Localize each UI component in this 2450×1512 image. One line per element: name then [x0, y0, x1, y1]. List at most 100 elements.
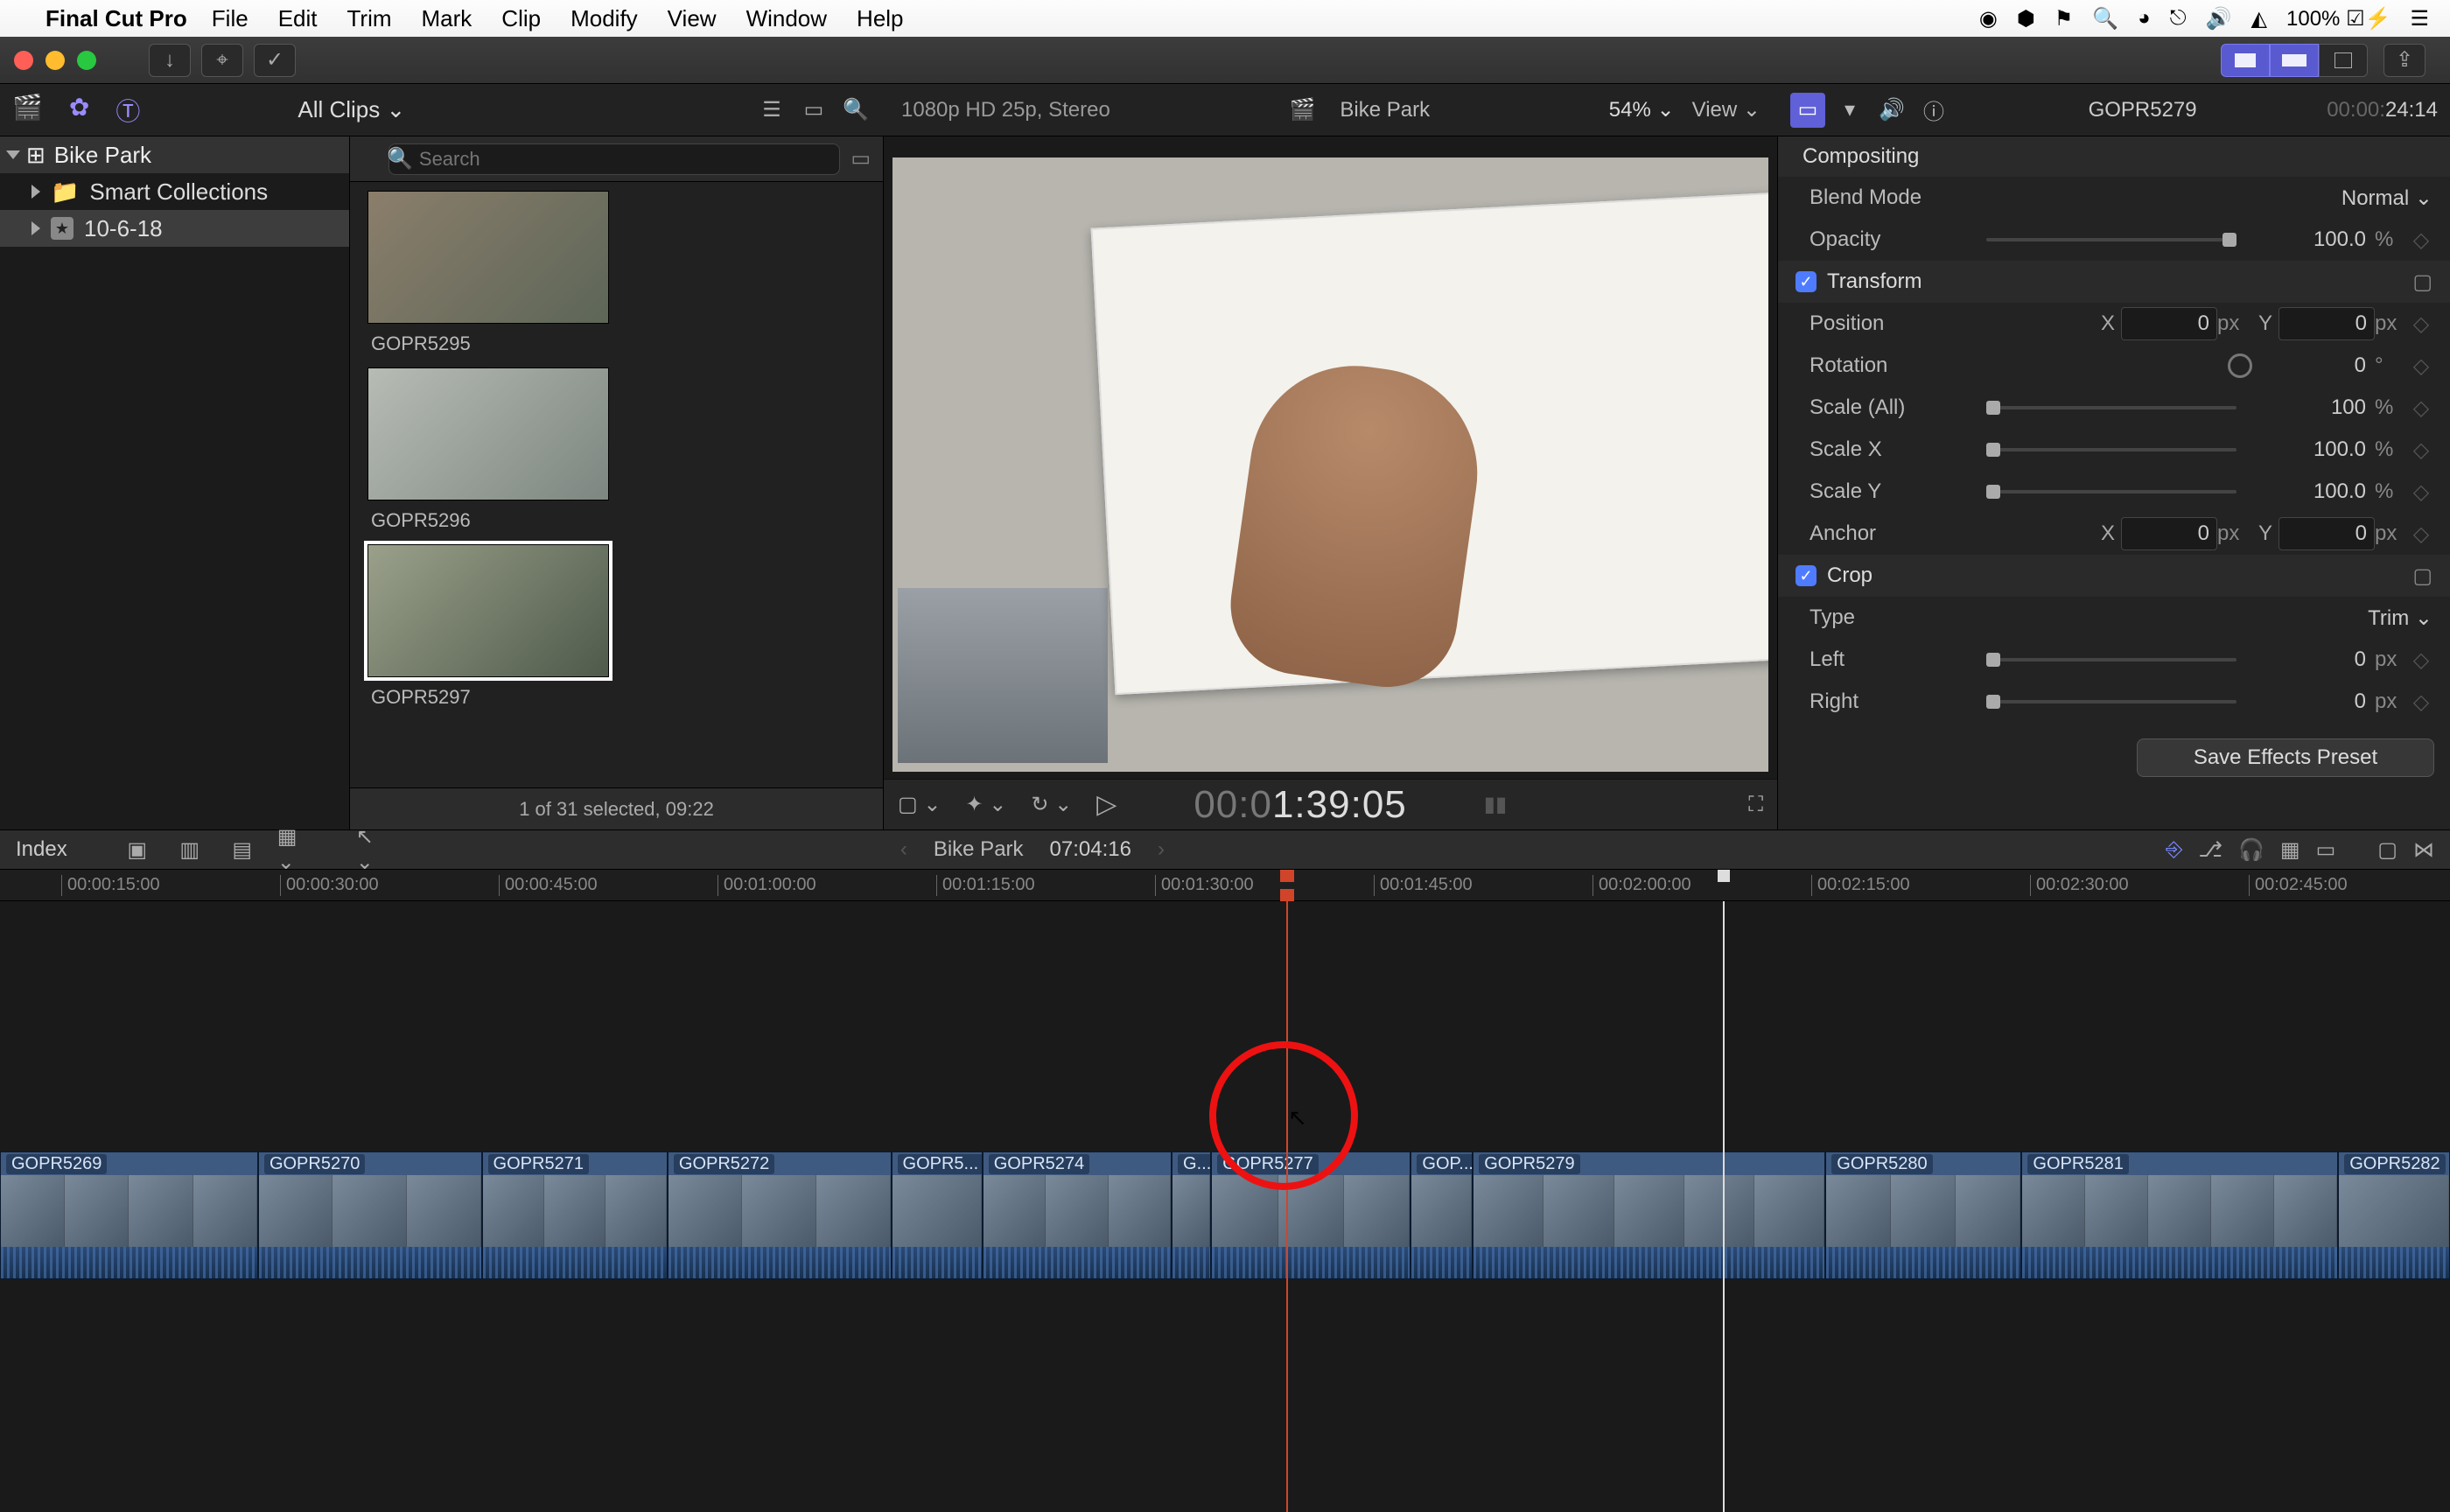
playhead-marker[interactable] — [1280, 870, 1294, 882]
insert-clip-button[interactable]: ▥ — [172, 836, 207, 864]
close-window-button[interactable] — [14, 51, 33, 70]
effects-browser-button[interactable]: ▢ — [2377, 837, 2398, 863]
audio-skimming-button[interactable]: 🎧 — [2238, 837, 2264, 863]
reset-icon[interactable]: ◇ — [2410, 312, 2432, 337]
scale-x-value[interactable]: 100.0 — [2252, 438, 2375, 462]
overwrite-clip-button[interactable]: ▦ ⌄ — [277, 836, 312, 864]
retime-tool-button[interactable]: ↻ ⌄ — [1031, 792, 1072, 817]
position-x-field[interactable]: 0 — [2121, 307, 2217, 340]
rotation-dial[interactable] — [2228, 354, 2252, 378]
timeline-clip[interactable]: GOPR5270 — [258, 1152, 482, 1279]
opacity-slider[interactable] — [1986, 238, 2236, 242]
filmstrip-toggle-button[interactable]: ▭ — [798, 94, 830, 126]
menu-edit[interactable]: Edit — [278, 5, 318, 32]
reset-icon[interactable]: ◇ — [2410, 354, 2432, 379]
timeline-clip[interactable]: GOPR5281 — [2021, 1152, 2338, 1279]
disclosure-triangle-icon[interactable] — [32, 221, 40, 235]
info-inspector-tab[interactable]: ⓘ — [1916, 93, 1951, 128]
timeline-clip[interactable]: GOPR5... — [892, 1152, 983, 1279]
reset-icon[interactable]: ◇ — [2410, 438, 2432, 463]
timeline-history-fwd[interactable]: › — [1158, 837, 1165, 862]
battery-status[interactable]: 100% ☑⚡ — [2286, 6, 2390, 32]
toggle-timeline-button[interactable] — [2270, 44, 2319, 77]
crop-left-value[interactable]: 0 — [2252, 648, 2375, 672]
solo-button[interactable]: ▦ — [2280, 837, 2300, 863]
enhance-tool-button[interactable]: ✦ ⌄ — [965, 792, 1006, 817]
save-effects-preset-button[interactable]: Save Effects Preset — [2137, 738, 2434, 777]
library-tab-icon[interactable]: 🎬 — [12, 93, 43, 128]
menu-modify[interactable]: Modify — [570, 5, 638, 32]
scale-y-slider[interactable] — [1986, 490, 2236, 494]
keyword-editor-button[interactable]: ⌖ — [201, 44, 243, 77]
blend-mode-popup[interactable]: Normal ⌄ — [2342, 186, 2432, 211]
minimize-window-button[interactable] — [46, 51, 65, 70]
reset-icon[interactable]: ◇ — [2410, 522, 2432, 547]
timeline[interactable]: GOPR5269GOPR5270GOPR5271GOPR5272GOPR5...… — [0, 901, 2450, 1512]
siri-icon[interactable]: ◕ — [2138, 6, 2151, 31]
crop-right-value[interactable]: 0 — [2252, 690, 2375, 714]
share-button[interactable]: ⇪ — [2384, 44, 2426, 77]
snapping-button[interactable]: ⎆ — [2166, 837, 2182, 863]
app-name[interactable]: Final Cut Pro — [46, 5, 187, 32]
timeline-clip[interactable]: GOPR5280 — [1825, 1152, 2021, 1279]
background-tasks-button[interactable]: ✓ — [254, 44, 296, 77]
library-event-row[interactable]: ⊞ Bike Park — [0, 136, 349, 173]
primary-storyline[interactable]: GOPR5269GOPR5270GOPR5271GOPR5272GOPR5...… — [0, 1152, 2450, 1279]
play-button[interactable]: ▷ — [1096, 789, 1116, 820]
crop-right-slider[interactable] — [1986, 700, 2236, 704]
reset-icon[interactable]: ◇ — [2410, 228, 2432, 253]
anchor-y-field[interactable]: 0 — [2278, 517, 2375, 550]
timeline-clip[interactable]: GOPR5269 — [0, 1152, 258, 1279]
zoom-window-button[interactable] — [77, 51, 96, 70]
menu-window[interactable]: Window — [746, 5, 827, 32]
search-input[interactable] — [388, 144, 840, 175]
audio-inspector-tab[interactable]: 🔊 — [1874, 93, 1909, 128]
anchor-x-field[interactable]: 0 — [2121, 517, 2217, 550]
wifi-icon[interactable]: ◭ — [2251, 6, 2267, 32]
video-inspector-tab[interactable]: ▭ — [1790, 93, 1825, 128]
timeline-clip[interactable]: GOPR5279 — [1473, 1152, 1825, 1279]
crop-type-popup[interactable]: Trim ⌄ — [2368, 606, 2432, 631]
clip-filter-popup[interactable]: All Clips ⌄ — [298, 96, 405, 123]
screenrec-icon[interactable]: ◉ — [1979, 6, 1998, 32]
timeline-index-button[interactable]: Index — [16, 837, 67, 862]
rotation-value[interactable]: 0 — [2252, 354, 2375, 378]
reset-icon[interactable]: ◇ — [2410, 690, 2432, 715]
position-y-field[interactable]: 0 — [2278, 307, 2375, 340]
import-button[interactable]: ↓ — [149, 44, 191, 77]
connect-clip-button[interactable]: ▣ — [120, 836, 155, 864]
timeline-clip[interactable]: GOPR5271 — [482, 1152, 668, 1279]
select-tool-button[interactable]: ↖ ⌄ — [356, 836, 391, 864]
shield-icon[interactable]: ⬢ — [2017, 6, 2035, 32]
scale-all-slider[interactable] — [1986, 406, 2236, 410]
volume-icon[interactable]: 🔊 — [2206, 6, 2232, 32]
titles-tab-icon[interactable]: Ⓣ — [116, 93, 140, 128]
reset-icon[interactable]: ◇ — [2410, 480, 2432, 505]
toggl-icon[interactable]: ⚑ — [2054, 6, 2074, 32]
crop-onscreen-button[interactable]: ▢ — [2412, 564, 2432, 589]
viewer-canvas[interactable] — [892, 158, 1768, 772]
browser-search-button[interactable]: 🔍 — [840, 94, 872, 126]
timeline-clip[interactable]: GOP... — [1410, 1152, 1473, 1279]
timeline-clip[interactable]: GOPR5274 — [983, 1152, 1172, 1279]
hide-rejected-button[interactable]: ▭ — [850, 146, 871, 172]
browser-clip[interactable]: GOPR5297 — [368, 544, 865, 712]
color-inspector-tab[interactable]: ▾ — [1832, 93, 1867, 128]
menu-trim[interactable]: Trim — [347, 5, 392, 32]
scale-all-value[interactable]: 100 — [2252, 396, 2375, 420]
view-popup[interactable]: View ⌄ — [1692, 97, 1760, 122]
transform-onscreen-button[interactable]: ▢ — [2412, 270, 2432, 295]
timeline-clip[interactable]: GOPR5272 — [668, 1152, 892, 1279]
control-center-icon[interactable]: ☰ — [2410, 6, 2429, 32]
browser-clip[interactable]: GOPR5295 — [368, 191, 865, 359]
transform-checkbox[interactable]: ✓ — [1796, 271, 1816, 292]
clip-thumbnail[interactable] — [368, 544, 609, 677]
menu-clip[interactable]: Clip — [501, 5, 541, 32]
menu-view[interactable]: View — [668, 5, 717, 32]
timeline-clip[interactable]: G... — [1172, 1152, 1211, 1279]
menu-mark[interactable]: Mark — [422, 5, 472, 32]
toggle-library-button[interactable] — [2221, 44, 2270, 77]
reset-icon[interactable]: ◇ — [2410, 396, 2432, 421]
append-clip-button[interactable]: ▤ — [225, 836, 260, 864]
browser-clip[interactable]: GOPR5296 — [368, 368, 865, 536]
